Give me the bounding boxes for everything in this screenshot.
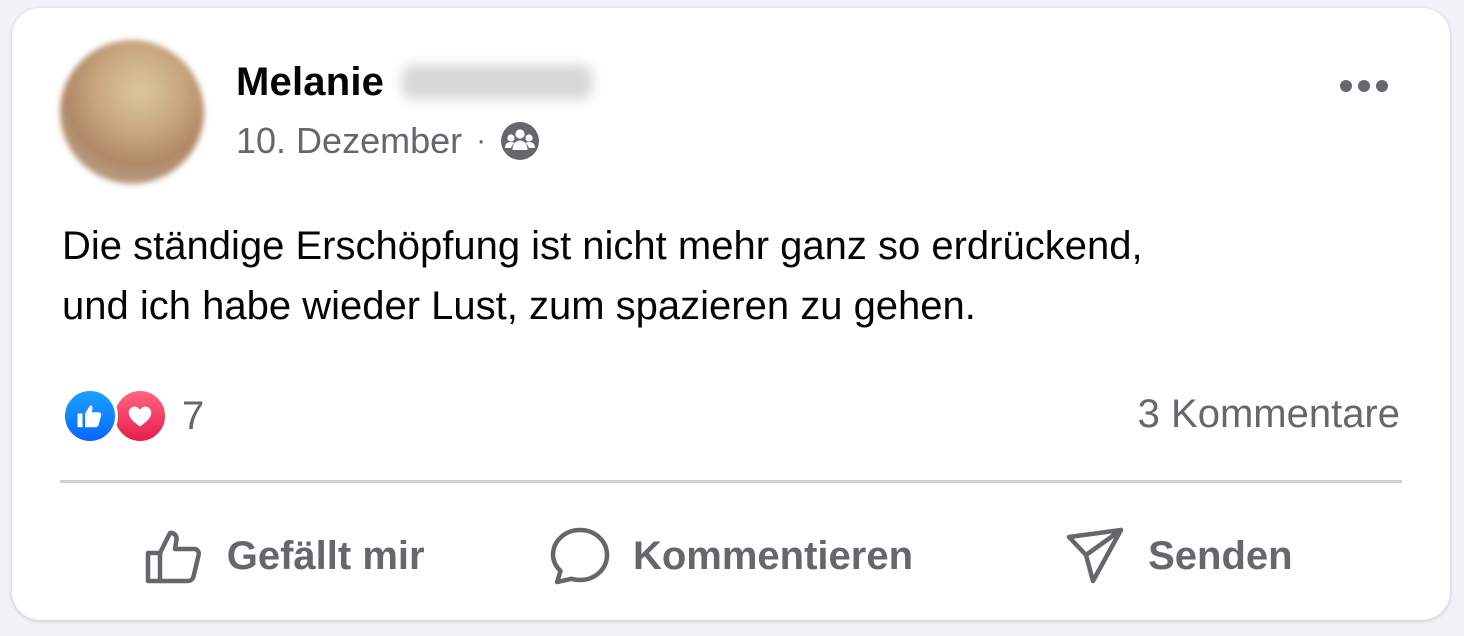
comment-button[interactable]: Kommentieren [507, 510, 954, 602]
post-card: Melanie 10. Dezember · Die ständige Ersc… [12, 8, 1450, 620]
comments-count-link[interactable]: 3 Kommentare [1138, 392, 1400, 437]
reactions-summary[interactable]: 7 [62, 386, 204, 446]
comment-bubble-icon [550, 527, 610, 585]
author-surname-redacted [402, 65, 593, 99]
thumbs-up-icon [145, 530, 201, 584]
friends-icon[interactable] [500, 121, 540, 161]
post-meta: 10. Dezember · [236, 116, 540, 166]
comment-button-label: Kommentieren [632, 533, 914, 578]
post-text: Die ständige Erschöpfung ist nicht mehr … [62, 216, 1382, 336]
post-text-line: Die ständige Erschöpfung ist nicht mehr … [62, 224, 1143, 268]
post-text-line: und ich habe wieder Lust, zum spazieren … [62, 284, 976, 328]
send-button-label: Senden [1148, 533, 1293, 578]
love-icon [112, 388, 168, 444]
action-bar: Gefällt mir Kommentieren Senden [60, 508, 1402, 604]
like-button[interactable]: Gefällt mir [60, 510, 507, 602]
avatar[interactable] [60, 40, 204, 184]
author-name[interactable]: Melanie [236, 60, 384, 105]
divider [60, 480, 1402, 483]
send-button[interactable]: Senden [955, 510, 1402, 602]
more-options-icon[interactable] [1334, 66, 1394, 106]
post-date[interactable]: 10. Dezember [236, 120, 462, 162]
like-button-label: Gefällt mir [226, 533, 425, 578]
reaction-count: 7 [182, 393, 205, 438]
meta-separator: · [476, 124, 487, 157]
send-icon [1066, 527, 1124, 584]
author-row: Melanie [236, 58, 593, 106]
like-icon [62, 388, 118, 444]
